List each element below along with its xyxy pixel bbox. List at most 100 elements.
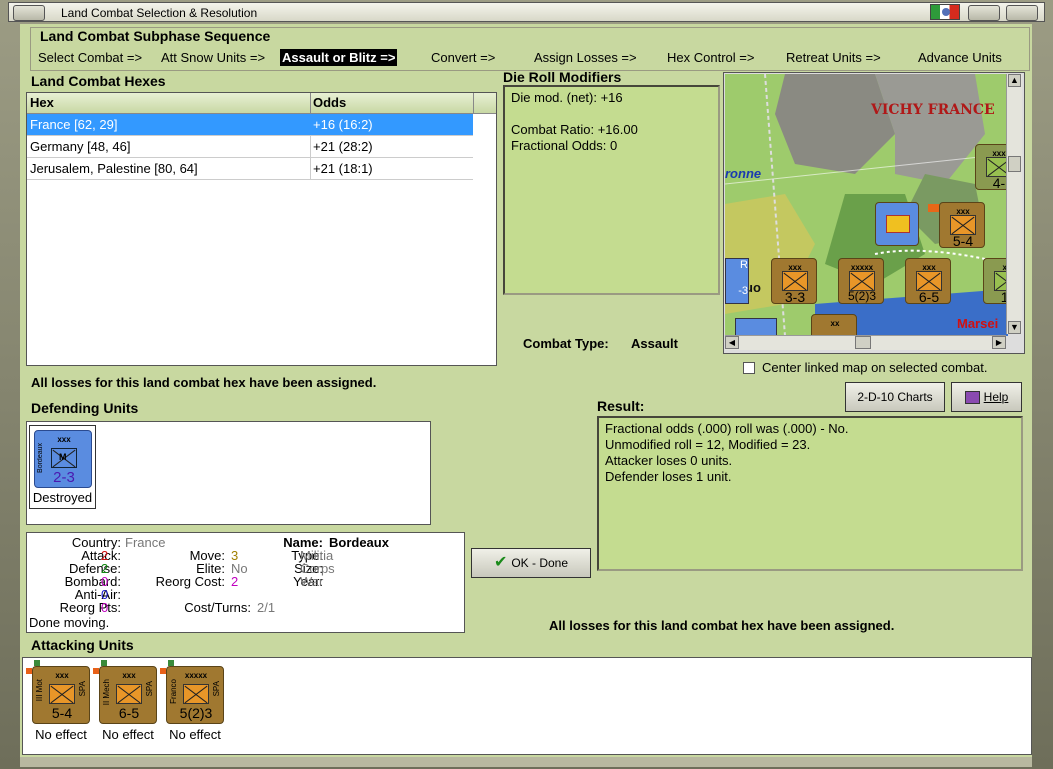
- country-value: France: [125, 535, 166, 550]
- linked-map[interactable]: VICHY FRANCE ronne Marsei uo xxx 5-4 xxx…: [725, 74, 1008, 336]
- column-hex[interactable]: Hex: [30, 93, 54, 113]
- attacking-unit[interactable]: xxxxx Franco SPA 5(2)3 No effect: [160, 660, 230, 745]
- result-box: Fractional odds (.000) roll was (.000) -…: [597, 416, 1023, 571]
- subphase-step-select-combat: Select Combat =>: [38, 50, 143, 65]
- map-horizontal-scrollbar[interactable]: ◀ ▶: [725, 335, 1006, 350]
- hex-cell: Jerusalem, Palestine [80, 64]: [30, 161, 198, 176]
- center-map-label: Center linked map on selected combat.: [762, 360, 988, 375]
- hexes-table[interactable]: Hex Odds France [62, 29] +16 (16:2) Germ…: [26, 92, 497, 366]
- result-line: Fractional odds (.000) roll was (.000) -…: [605, 421, 849, 436]
- window-title: Land Combat Selection & Resolution: [61, 6, 258, 20]
- year-value: War: [300, 574, 324, 589]
- subphase-step-assault-current: Assault or Blitz =>: [280, 49, 398, 66]
- attacker-status: No effect: [102, 727, 154, 742]
- result-line: Defender loses 1 unit.: [605, 469, 732, 484]
- reorgcost-value: 2: [231, 574, 239, 589]
- attacker-counter: xxx II Mech SPA 6-5: [99, 666, 157, 724]
- map-counter-partial[interactable]: R -3: [725, 258, 749, 304]
- scroll-up-arrow-icon[interactable]: ▲: [1008, 74, 1021, 87]
- map-label-marsei: Marsei: [957, 316, 999, 331]
- map-counter[interactable]: xxx 4-: [975, 144, 1008, 191]
- subphase-step-assign-losses: Assign Losses =>: [534, 50, 637, 65]
- table-row[interactable]: Germany [48, 46] +21 (28:2): [27, 136, 473, 158]
- combat-ratio: Combat Ratio: +16.00: [511, 122, 638, 137]
- die-mod-net: Die mod. (net): +16: [511, 90, 623, 105]
- map-label-ronne: ronne: [725, 166, 762, 181]
- losses-message-result: All losses for this land combat hex have…: [549, 618, 895, 633]
- help-button[interactable]: Help: [951, 382, 1022, 412]
- map-counter[interactable]: xxxxx 5(2)3: [838, 258, 884, 304]
- losses-message: All losses for this land combat hex have…: [31, 375, 377, 390]
- attacking-unit[interactable]: xxx II Mech SPA 6-5 No effect: [93, 660, 163, 745]
- window-bottom-border[interactable]: [20, 757, 1032, 767]
- attacker-status: No effect: [35, 727, 87, 742]
- odds-cell: +21 (28:2): [313, 139, 373, 154]
- table-row[interactable]: France [62, 29] +16 (16:2): [27, 114, 473, 136]
- scroll-thumb[interactable]: [855, 336, 871, 349]
- reorgpts-label: Reorg Pts:: [59, 600, 121, 615]
- system-menu-button[interactable]: [13, 5, 45, 21]
- die-roll-heading: Die Roll Modifiers: [503, 69, 622, 85]
- map-counter-partial[interactable]: [735, 318, 777, 336]
- result-heading: Result:: [597, 398, 645, 414]
- hexes-heading: Land Combat Hexes: [31, 73, 166, 89]
- minimize-button[interactable]: [968, 5, 1000, 21]
- subphase-step-retreat: Retreat Units =>: [786, 50, 881, 65]
- unit-info-panel: Country: France Attack: 2 Defense: 2 Bom…: [26, 532, 465, 633]
- result-line: Unmodified roll = 12, Modified = 23.: [605, 437, 811, 452]
- map-counter[interactable]: xx: [811, 314, 857, 336]
- map-counter-defender[interactable]: [875, 202, 919, 246]
- combat-type-label: Combat Type:: [523, 336, 609, 351]
- charts-button[interactable]: 2-D-10 Charts: [845, 382, 945, 412]
- die-roll-box: Die mod. (net): +16 Combat Ratio: +16.00…: [503, 85, 720, 295]
- defender-counter: xxx M Bordeaux 2-3: [34, 430, 92, 488]
- subphase-step-convert: Convert =>: [431, 50, 496, 65]
- odds-cell: +16 (16:2): [313, 117, 373, 132]
- center-map-checkbox[interactable]: [743, 362, 755, 374]
- map-label-vichy: VICHY FRANCE: [871, 102, 995, 118]
- fractional-odds: Fractional Odds: 0: [511, 138, 618, 153]
- scroll-left-arrow-icon[interactable]: ◀: [725, 336, 739, 349]
- defending-unit[interactable]: xxx M Bordeaux 2-3 Destroyed: [29, 425, 96, 509]
- subphase-step-hex-control: Hex Control =>: [667, 50, 755, 65]
- reorgcost-label: Reorg Cost:: [155, 574, 225, 589]
- checkmark-icon: ✔: [493, 554, 508, 571]
- subphase-step-att-snow: Att Snow Units =>: [161, 50, 266, 65]
- die-roll-blank: [511, 106, 712, 122]
- reorgpts-value: 0: [101, 600, 109, 615]
- book-icon: [964, 391, 980, 405]
- map-counter[interactable]: xxx 6-5: [905, 258, 951, 305]
- result-line: Attacker loses 0 units.: [605, 453, 733, 468]
- attacker-counter: xxxxx Franco SPA 5(2)3: [166, 666, 224, 724]
- done-moving: Done moving.: [29, 615, 110, 630]
- italy-flag-icon: [930, 4, 960, 20]
- title-bar[interactable]: Land Combat Selection & Resolution: [8, 2, 1045, 22]
- scroll-right-arrow-icon[interactable]: ▶: [992, 336, 1006, 349]
- name-value: Bordeaux: [329, 535, 389, 550]
- defender-status: Destroyed: [32, 490, 93, 505]
- hex-cell: France [62, 29]: [30, 117, 118, 132]
- defending-heading: Defending Units: [31, 400, 139, 416]
- close-button[interactable]: [1006, 5, 1038, 21]
- odds-cell: +21 (18:1): [313, 161, 373, 176]
- column-odds[interactable]: Odds: [313, 93, 346, 113]
- ok-done-button[interactable]: ✔ OK - Done: [471, 548, 591, 578]
- scroll-thumb[interactable]: [1008, 156, 1021, 172]
- map-counter[interactable]: xxx 5-4: [939, 202, 985, 249]
- attacking-heading: Attacking Units: [31, 637, 134, 653]
- scroll-down-arrow-icon[interactable]: ▼: [1008, 321, 1021, 334]
- hexes-table-header: Hex Odds: [27, 93, 496, 114]
- map-counter[interactable]: xx 1-: [983, 258, 1008, 305]
- map-vertical-scrollbar[interactable]: ▲ ▼: [1006, 74, 1022, 334]
- attacking-unit[interactable]: xxx III Mot SPA 5-4 No effect: [26, 660, 96, 745]
- attacker-status: No effect: [169, 727, 221, 742]
- subphase-step-advance: Advance Units: [918, 50, 1002, 65]
- table-row[interactable]: Jerusalem, Palestine [80, 64] +21 (18:1): [27, 158, 473, 180]
- costturns-value: 2/1: [257, 600, 276, 615]
- subphase-heading: Land Combat Subphase Sequence: [40, 28, 271, 44]
- combat-type-value: Assault: [631, 336, 678, 351]
- map-counter[interactable]: xxx 3-3: [771, 258, 817, 305]
- attacker-counter: xxx III Mot SPA 5-4: [32, 666, 90, 724]
- costturns-label: Cost/Turns:: [184, 600, 251, 615]
- hex-cell: Germany [48, 46]: [30, 139, 131, 154]
